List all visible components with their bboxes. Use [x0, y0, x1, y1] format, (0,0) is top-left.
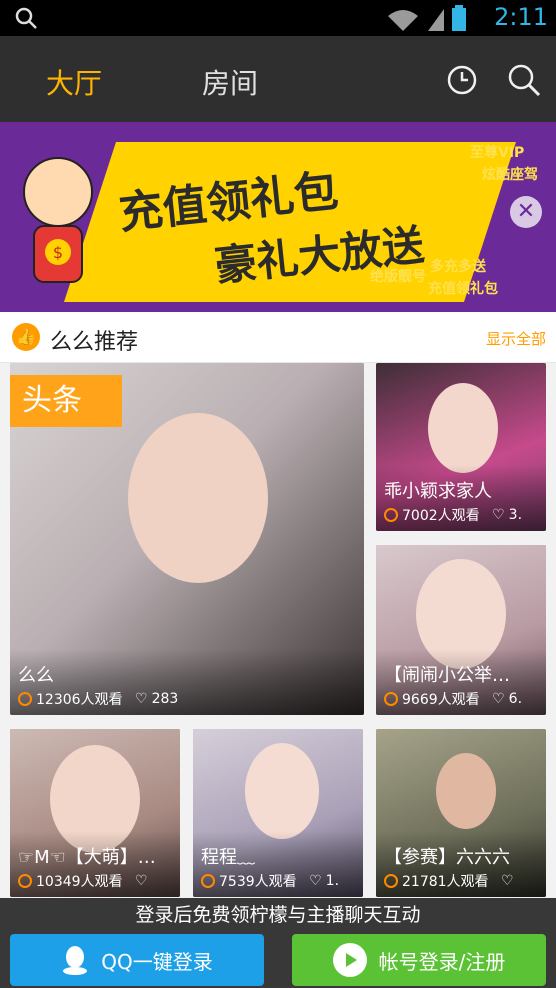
stream-stats: 7539人观看 ♡ 1. [201, 871, 339, 891]
stream-title: ☞M☜【大萌】… [18, 847, 156, 868]
wifi-icon [388, 10, 418, 31]
history-clock-icon[interactable] [444, 62, 480, 98]
section-title: 么么推荐 [50, 330, 139, 355]
stream-stats: 12306人观看 ♡ 283 [18, 689, 178, 709]
clock-time: 2:11 [494, 3, 548, 31]
like-count: 6. [508, 691, 523, 707]
banner-small-vip: 至尊VIP [470, 145, 525, 161]
login-prompt-message: 登录后免费领柠檬与主播聊天互动 [135, 904, 421, 926]
stream-title: 么么 [18, 665, 54, 686]
show-all-link[interactable]: 显示全部 [486, 328, 546, 349]
streamer-face [428, 383, 498, 473]
qq-login-label: QQ一键登录 [101, 949, 213, 974]
eye-icon [384, 874, 398, 888]
stream-stats: 21781人观看 ♡ [384, 871, 518, 891]
stream-title: 【闹闹小公举… [384, 665, 510, 686]
view-count: 10349人观看 [36, 874, 123, 890]
view-count: 21781人观看 [402, 874, 489, 890]
banner-small-gift: 充值领礼包 [428, 281, 498, 297]
stream-card[interactable]: 程程﹏ 7539人观看 ♡ 1. [193, 729, 363, 897]
banner-small-car: 炫酷座驾 [482, 167, 538, 183]
top-app-bar: 大厅 房间 [0, 36, 556, 122]
tab-room[interactable]: 房间 [202, 62, 258, 102]
search-button-icon[interactable] [506, 62, 542, 98]
like-count: 283 [151, 691, 179, 707]
cartoon-mascot-icon: $ [23, 157, 93, 283]
svg-text:$: $ [53, 243, 63, 262]
banner-close-icon[interactable]: ✕ [510, 196, 542, 228]
heart-icon: ♡ [492, 507, 505, 523]
eye-icon [384, 692, 398, 706]
eye-icon [18, 874, 32, 888]
login-prompt-bar: 登录后免费领柠檬与主播聊天互动 QQ一键登录 帐号登录/注册 [0, 898, 556, 988]
stream-title: 乖小颖求家人 [384, 481, 492, 502]
streamer-face [128, 413, 268, 583]
view-count: 9669人观看 [402, 692, 480, 708]
status-bar: 2:11 [0, 0, 556, 36]
stream-stats: 10349人观看 ♡ [18, 871, 152, 891]
qq-login-button[interactable]: QQ一键登录 [10, 934, 264, 986]
stream-stats: 7002人观看 ♡ 3. [384, 505, 522, 525]
streamer-face [245, 743, 319, 839]
stream-card[interactable]: 乖小颖求家人 7002人观看 ♡ 3. [376, 363, 546, 531]
banner-small-number: 绝版靓号 [370, 269, 426, 285]
heart-icon: ♡ [492, 691, 505, 707]
stream-stats: 9669人观看 ♡ 6. [384, 689, 522, 709]
heart-icon: ♡ [135, 691, 148, 707]
eye-icon [201, 874, 215, 888]
stream-card[interactable]: ☞M☜【大萌】… 10349人观看 ♡ [10, 729, 180, 897]
qq-penguin-icon [63, 946, 88, 975]
stream-title: 【参赛】六六六 [384, 847, 510, 868]
eye-icon [18, 692, 32, 706]
like-count: 3. [508, 507, 523, 523]
thumbs-up-icon: 👍 [12, 323, 40, 351]
heart-icon: ♡ [135, 873, 148, 889]
battery-icon [452, 5, 466, 31]
stream-card[interactable]: 【闹闹小公举… 9669人观看 ♡ 6. [376, 545, 546, 715]
search-icon [14, 6, 38, 34]
stream-title: 程程﹏ [201, 847, 255, 868]
headline-badge: 头条 [10, 375, 122, 427]
promo-banner[interactable]: $ 充值领礼包 豪礼大放送 至尊VIP 炫酷座驾 绝版靓号 多充多送 充值领礼包… [0, 122, 556, 312]
heart-icon: ♡ [501, 873, 514, 889]
account-play-icon [332, 943, 367, 977]
cell-signal-icon [428, 9, 444, 31]
view-count: 7002人观看 [402, 508, 480, 524]
banner-small-more: 多充多送 [430, 259, 486, 275]
tab-hall[interactable]: 大厅 [46, 62, 102, 102]
account-login-label: 帐号登录/注册 [378, 949, 506, 974]
stream-card-featured[interactable]: 头条 么么 12306人观看 ♡ 283 [10, 363, 364, 715]
eye-icon [384, 508, 398, 522]
streamer-face [436, 753, 496, 829]
signal-icons [386, 5, 466, 31]
stream-card[interactable]: 【参赛】六六六 21781人观看 ♡ [376, 729, 546, 897]
heart-icon: ♡ [309, 873, 322, 889]
view-count: 12306人观看 [36, 692, 123, 708]
view-count: 7539人观看 [219, 874, 297, 890]
section-header: 👍 么么推荐 显示全部 [0, 312, 556, 363]
like-count: 1. [325, 873, 340, 889]
account-login-button[interactable]: 帐号登录/注册 [292, 934, 546, 986]
